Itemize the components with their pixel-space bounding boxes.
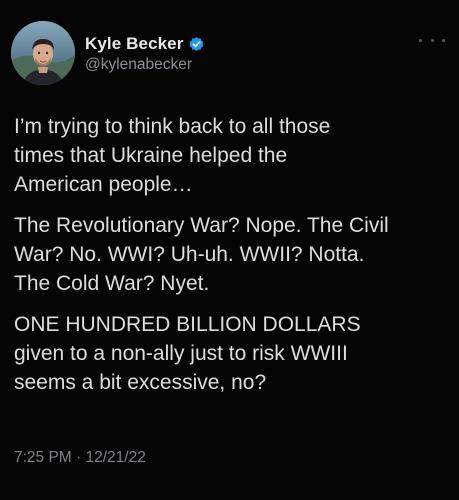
- verified-badge-icon: [188, 36, 205, 53]
- tweet-text: I’m trying to think back to all those ti…: [14, 112, 446, 409]
- more-dot: [419, 38, 422, 42]
- name-row: Kyle Becker: [85, 33, 205, 55]
- tweet-timestamp[interactable]: 7:25 PM · 12/21/22: [14, 449, 146, 467]
- user-handle[interactable]: @kylenabecker: [85, 56, 205, 74]
- tweet-header: Kyle Becker @kylenabecker: [11, 21, 451, 87]
- display-name[interactable]: Kyle Becker: [85, 34, 183, 54]
- tweet-card: Kyle Becker @kylenabecker I’m trying to …: [0, 0, 459, 500]
- more-dot: [430, 38, 434, 42]
- tweet-paragraph-1: I’m trying to think back to all those ti…: [14, 115, 331, 196]
- user-identity: Kyle Becker @kylenabecker: [85, 33, 205, 74]
- tweet-paragraph-2: The Revolutionary War? Nope. The Civil W…: [14, 214, 389, 295]
- more-dot: [442, 38, 445, 42]
- tweet-paragraph-3: ONE HUNDRED BILLION DOLLARS given to a n…: [14, 313, 361, 394]
- avatar[interactable]: [11, 21, 75, 85]
- more-options-icon[interactable]: [419, 33, 445, 47]
- avatar-photo: [11, 21, 75, 85]
